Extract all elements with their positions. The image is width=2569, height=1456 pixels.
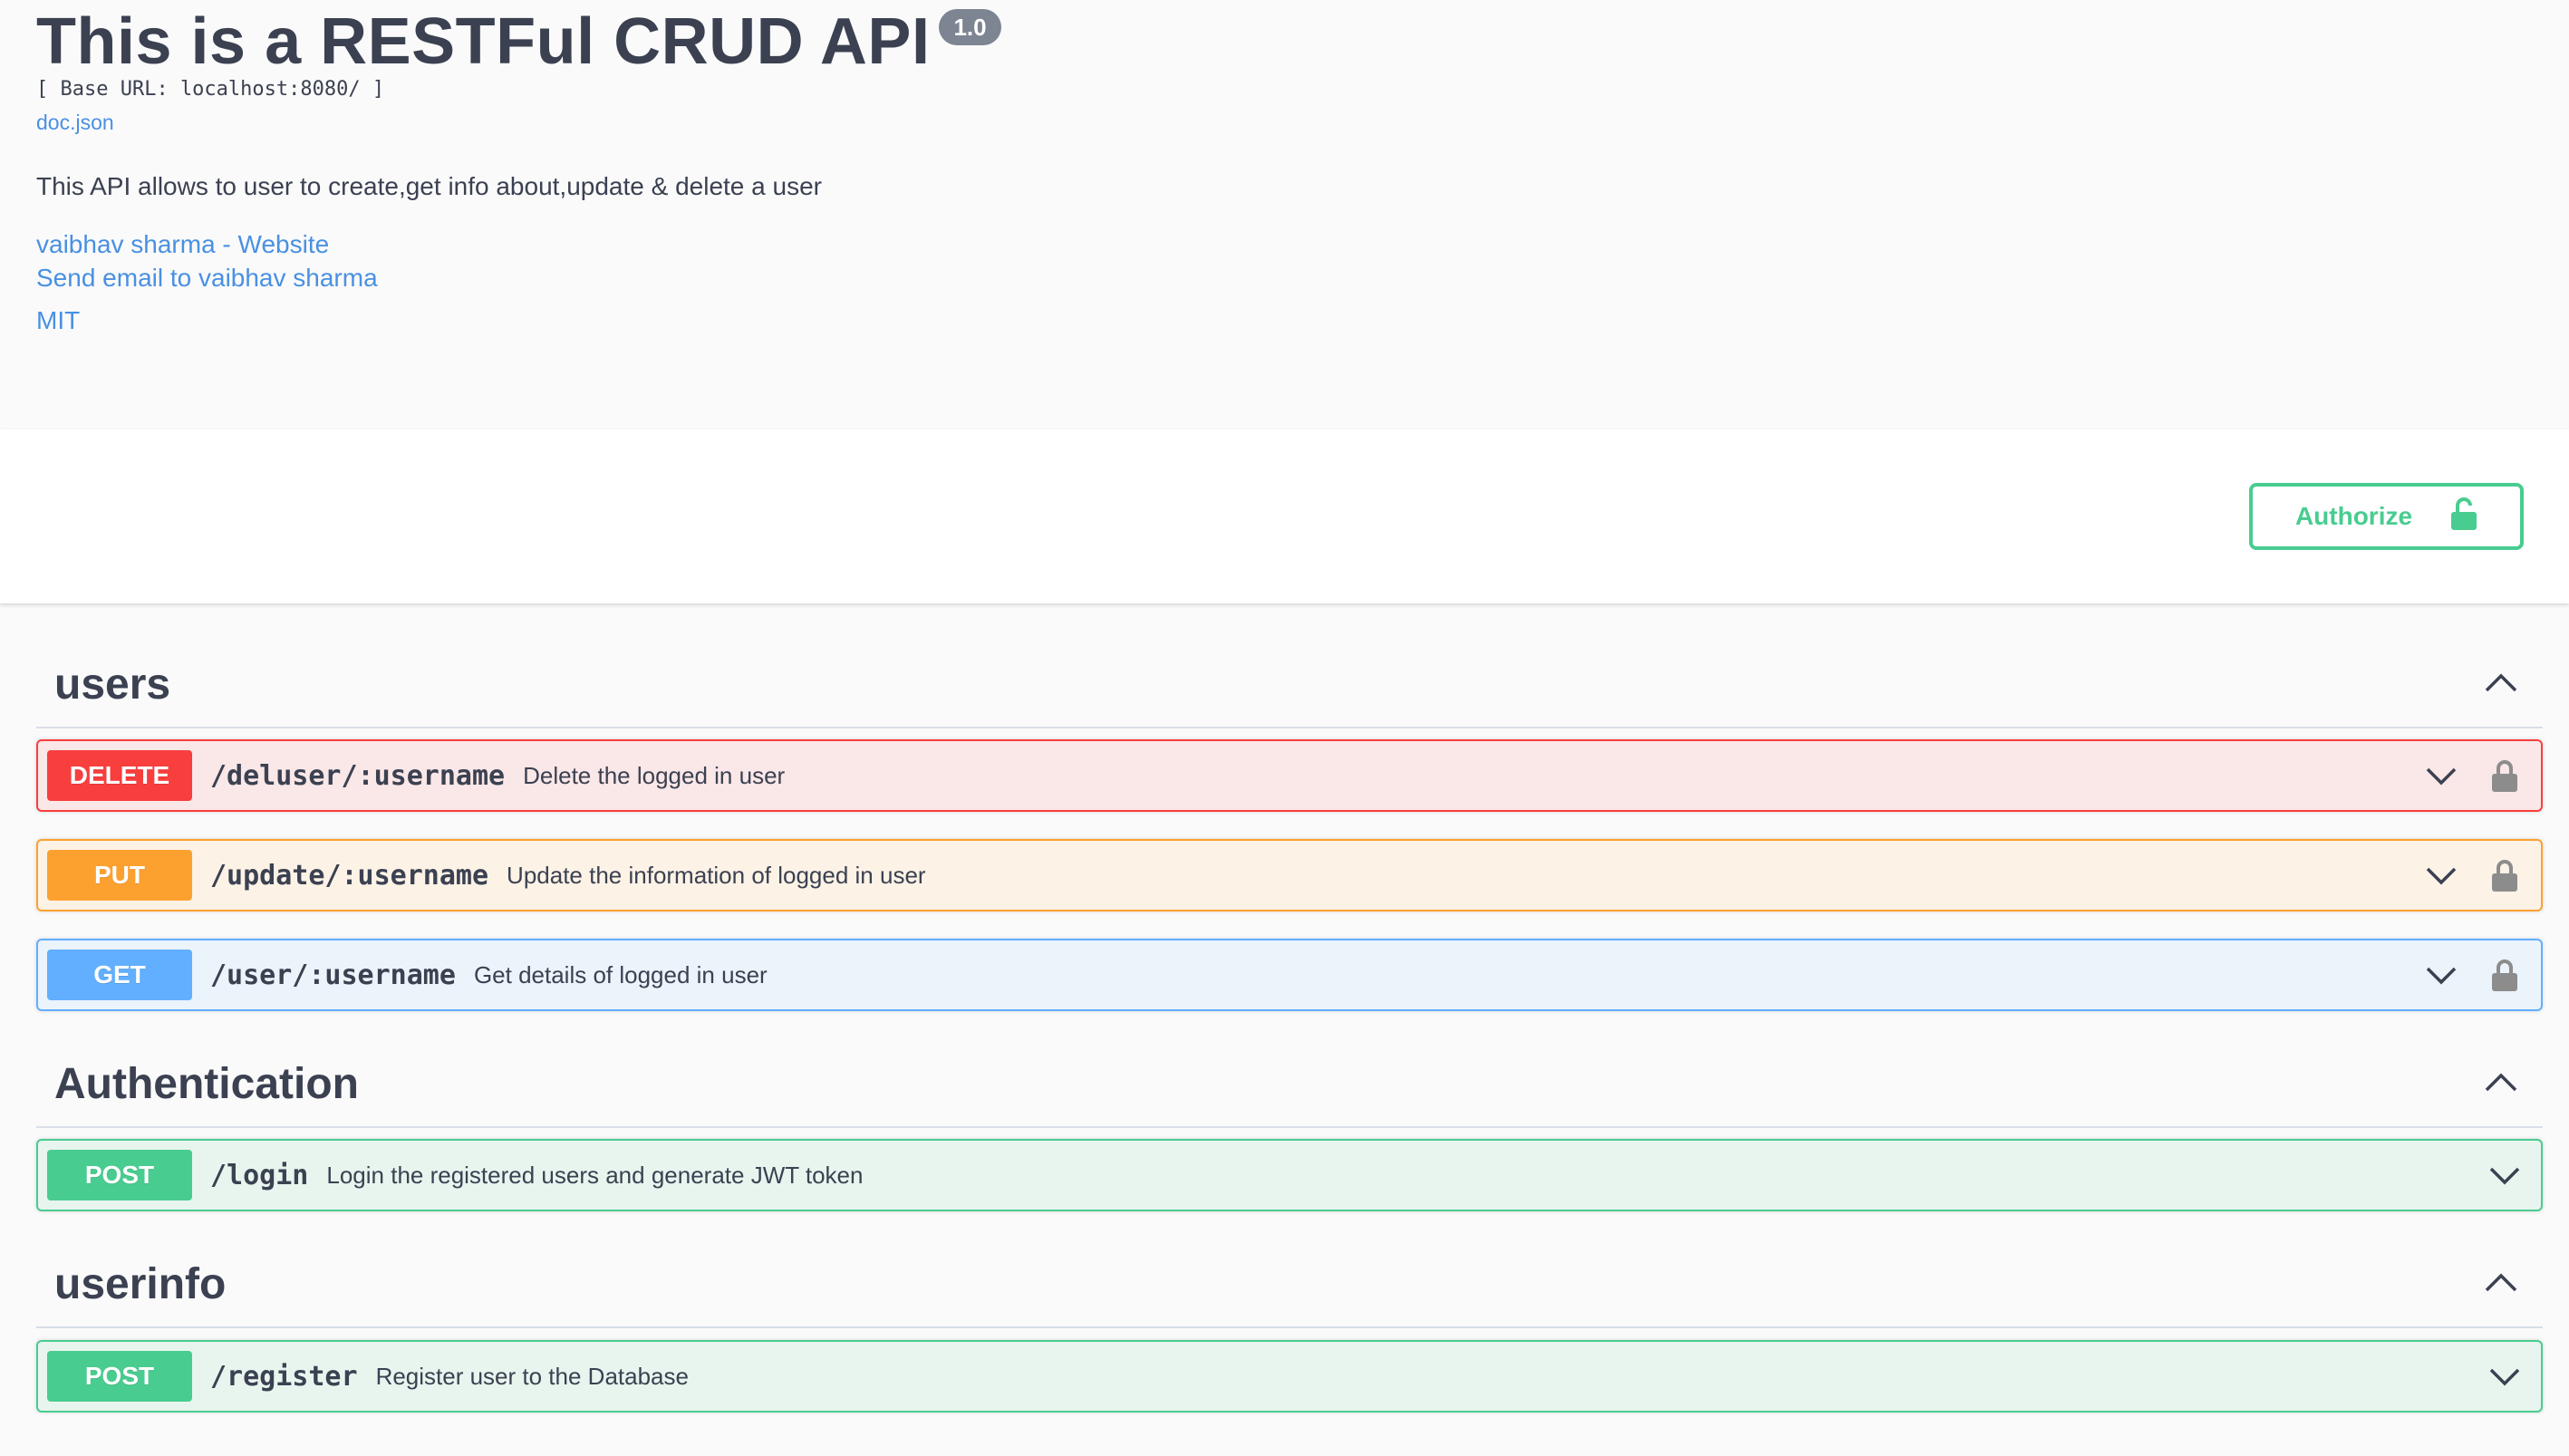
operation-path: /login [210,1159,309,1191]
authorize-button[interactable]: Authorize [2249,483,2524,550]
lock-icon[interactable] [2487,955,2523,995]
version-badge: 1.0 [939,9,1001,45]
operation-summary: Get details of logged in user [473,960,768,988]
license-link[interactable]: MIT [36,306,80,335]
operation-path: /register [210,1360,358,1393]
tag-header-userinfo[interactable]: userinfo [36,1241,2543,1328]
contact-email-link[interactable]: Send email to vaibhav sharma [36,264,378,293]
method-badge: DELETE [47,750,192,801]
method-badge: POST [47,1351,192,1402]
lock-icon[interactable] [2487,855,2523,895]
contact-website-link[interactable]: vaibhav sharma - Website [36,230,329,259]
operation-summary: Login the registered users and generate … [326,1161,864,1189]
operation-post-login[interactable]: POST /login Login the registered users a… [36,1139,2543,1211]
page-title: This is a RESTFul CRUD API [36,5,931,78]
operation-summary: Delete the logged in user [523,761,786,789]
operation-get-user[interactable]: GET /user/:username Get details of logge… [36,939,2543,1011]
chevron-up-icon[interactable] [2483,1270,2519,1298]
tag-header-users[interactable]: users [36,641,2543,728]
chevron-up-icon[interactable] [2483,1070,2519,1098]
operation-post-register[interactable]: POST /register Register user to the Data… [36,1340,2543,1413]
chevron-down-icon[interactable] [2423,957,2459,993]
operation-put-update[interactable]: PUT /update/:username Update the informa… [36,839,2543,911]
method-badge: POST [47,1150,192,1200]
title-row: This is a RESTFul CRUD API 1.0 [36,4,1001,80]
authorize-label: Authorize [2294,502,2413,530]
operation-summary: Register user to the Database [375,1362,689,1390]
doc-json-link[interactable]: doc.json [36,111,114,135]
chevron-down-icon[interactable] [2423,757,2459,794]
tag-title: users [54,660,171,709]
swagger-page: This is a RESTFul CRUD API 1.0 [ Base UR… [0,0,2569,1456]
api-info: This is a RESTFul CRUD API 1.0 [ Base UR… [36,0,2537,429]
operation-summary: Update the information of logged in user [507,861,926,889]
chevron-down-icon[interactable] [2423,857,2459,893]
unlock-icon [2450,497,2477,537]
lock-icon[interactable] [2487,756,2523,795]
method-badge: PUT [47,850,192,901]
scheme-container: Authorize [0,429,2569,603]
operation-path: /user/:username [210,959,456,991]
operation-delete-deluser[interactable]: DELETE /deluser/:username Delete the log… [36,739,2543,812]
chevron-down-icon[interactable] [2487,1157,2523,1193]
tag-title: Authentication [54,1059,359,1108]
method-badge: GET [47,950,192,1000]
base-url: [ Base URL: localhost:8080/ ] [36,78,385,101]
tag-header-authentication[interactable]: Authentication [36,1041,2543,1128]
chevron-up-icon[interactable] [2483,670,2519,699]
chevron-down-icon[interactable] [2487,1358,2523,1394]
api-description: This API allows to user to create,get in… [36,172,822,200]
tag-title: userinfo [54,1259,227,1308]
operation-path: /update/:username [210,859,489,892]
operation-path: /deluser/:username [210,759,506,792]
